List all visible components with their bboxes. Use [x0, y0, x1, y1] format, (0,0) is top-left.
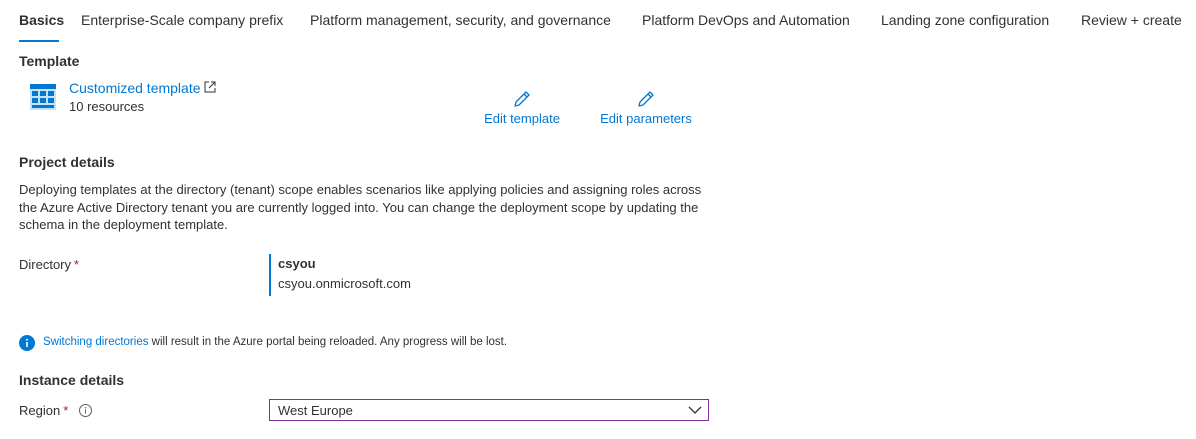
- tab-company-prefix[interactable]: Enterprise-Scale company prefix: [81, 12, 283, 28]
- directory-label: Directory *: [19, 257, 80, 272]
- external-link-icon[interactable]: [204, 81, 216, 93]
- directory-name: csyou: [278, 256, 316, 271]
- directory-domain: csyou.onmicrosoft.com: [278, 276, 411, 291]
- wizard-tabs: Basics Enterprise-Scale company prefix P…: [0, 0, 1196, 44]
- edit-template-label: Edit template: [484, 111, 560, 126]
- tab-review-create[interactable]: Review + create: [1081, 12, 1182, 28]
- customized-template-link[interactable]: Customized template: [69, 80, 201, 96]
- tab-platform-management[interactable]: Platform management, security, and gover…: [310, 12, 611, 28]
- directory-switch-notice: Switching directories will result in the…: [43, 336, 508, 348]
- region-selected-value: West Europe: [278, 403, 353, 418]
- edit-parameters-button[interactable]: Edit parameters: [591, 89, 701, 133]
- instance-details-title: Instance details: [19, 372, 125, 388]
- tab-basics[interactable]: Basics: [19, 12, 64, 28]
- pencil-icon: [514, 91, 530, 107]
- region-label: Region *: [19, 403, 69, 418]
- edit-template-button[interactable]: Edit template: [467, 89, 577, 133]
- required-mark: *: [74, 257, 80, 272]
- template-section-title: Template: [19, 53, 80, 69]
- chevron-down-icon: [688, 406, 702, 414]
- required-mark: *: [63, 403, 69, 418]
- pencil-icon: [638, 91, 654, 107]
- directory-accent-bar: [269, 254, 271, 296]
- resource-count: 10 resources: [69, 99, 145, 114]
- project-details-title: Project details: [19, 154, 115, 170]
- template-icon: [30, 84, 56, 110]
- project-description: Deploying templates at the directory (te…: [19, 182, 702, 232]
- tab-landing-zone[interactable]: Landing zone configuration: [881, 12, 1049, 28]
- region-select[interactable]: West Europe: [269, 399, 709, 421]
- info-icon: [19, 335, 35, 351]
- edit-parameters-label: Edit parameters: [600, 111, 692, 126]
- tab-platform-devops[interactable]: Platform DevOps and Automation: [642, 12, 850, 28]
- switching-directories-link[interactable]: Switching directories: [43, 336, 148, 348]
- active-tab-indicator: [19, 40, 59, 42]
- help-icon[interactable]: [79, 404, 92, 417]
